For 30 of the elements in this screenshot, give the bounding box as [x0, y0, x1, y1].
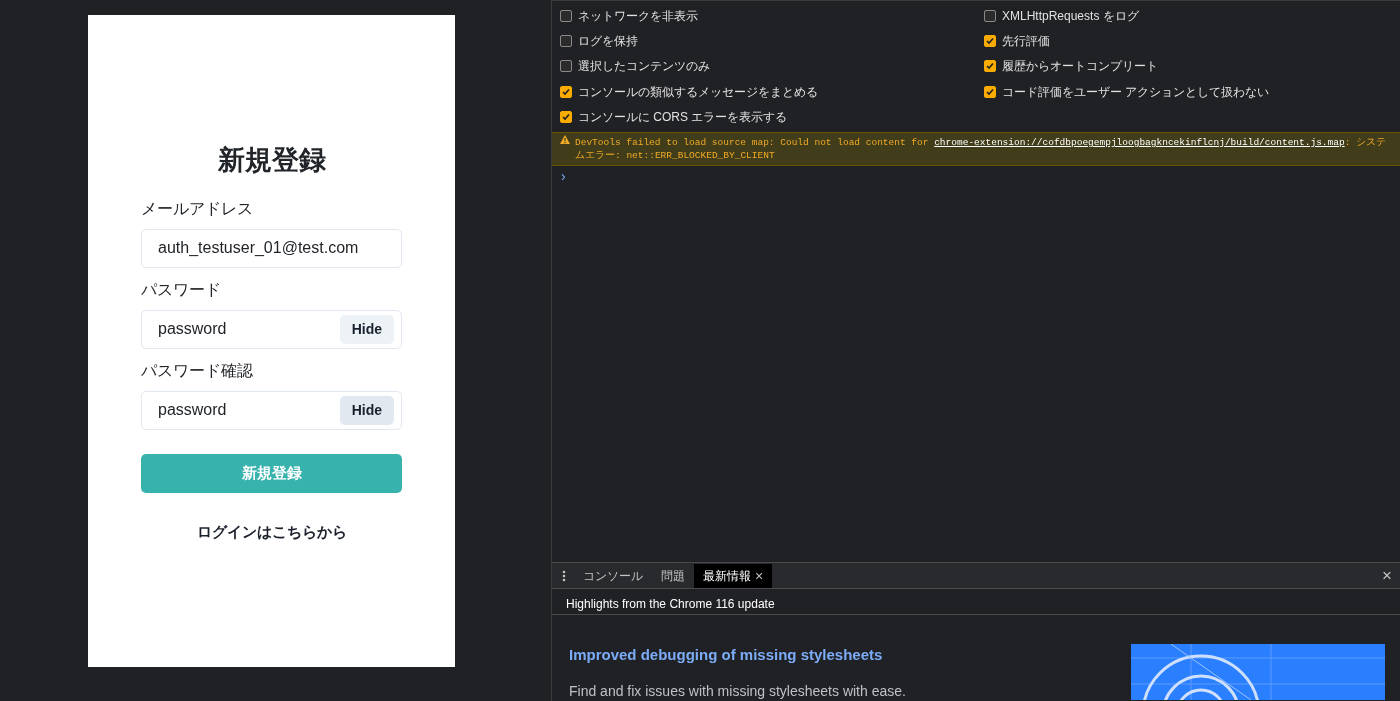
field-label: パスワード確認	[141, 360, 254, 381]
input-field[interactable]: auth_testuser_01@test.com	[141, 228, 402, 268]
setting-label: XMLHttpRequests をログ	[1002, 7, 1139, 25]
console-prompt[interactable]: ›	[552, 165, 1400, 187]
drawer-tab[interactable]: 問題	[652, 563, 694, 588]
setting-label: コンソールに CORS エラーを表示する	[578, 109, 788, 127]
input-field[interactable]: password Hide	[141, 390, 402, 430]
source-map-link[interactable]: chrome-extension://cofdbpoegempjloogbagkncekinflcnj/build/content.js.map	[934, 136, 1345, 148]
field-label: メールアドレス	[141, 198, 254, 219]
setting-label: コード評価をユーザー アクションとして扱わない	[1002, 83, 1270, 101]
setting-label: ログを保持	[578, 33, 638, 51]
page-title: 新規登録	[216, 144, 327, 177]
close-drawer-button[interactable]: ×	[1382, 567, 1392, 584]
drawer-tab[interactable]: 最新情報 ×	[694, 563, 773, 588]
hide-button[interactable]: Hide	[339, 395, 394, 425]
highlights-header: Highlights from the Chrome 116 update	[552, 589, 1400, 615]
article-heading[interactable]: Improved debugging of missing stylesheets	[569, 644, 906, 667]
warning-message: DevTools failed to load source map: Could not load content for chrome-extension://cofdbpoegempjloogbagkncekinflcnj/build/content.js.map: システムエラー: net::ERR_BLOCKED_BY_CLIENT	[552, 131, 1400, 166]
article-text: Find and fix issues with missing stylesheets with ease.	[569, 681, 906, 701]
login-link[interactable]: ログインはこちらから	[141, 520, 402, 543]
drawer-tab[interactable]: コンソール	[574, 563, 652, 588]
input-field[interactable]: password Hide	[141, 309, 402, 349]
setting-label: 履歴からオートコンプリート	[1002, 58, 1158, 76]
setting-label: 先行評価	[1002, 33, 1050, 51]
hide-button[interactable]: Hide	[339, 314, 394, 344]
close-icon[interactable]: ×	[755, 568, 764, 583]
setting-label: ネットワークを非表示	[578, 7, 698, 25]
setting-label: コンソールの類似するメッセージをまとめる	[578, 83, 818, 101]
field-label: パスワード	[141, 279, 222, 300]
setting-label: 選択したコンテンツのみ	[578, 58, 710, 76]
